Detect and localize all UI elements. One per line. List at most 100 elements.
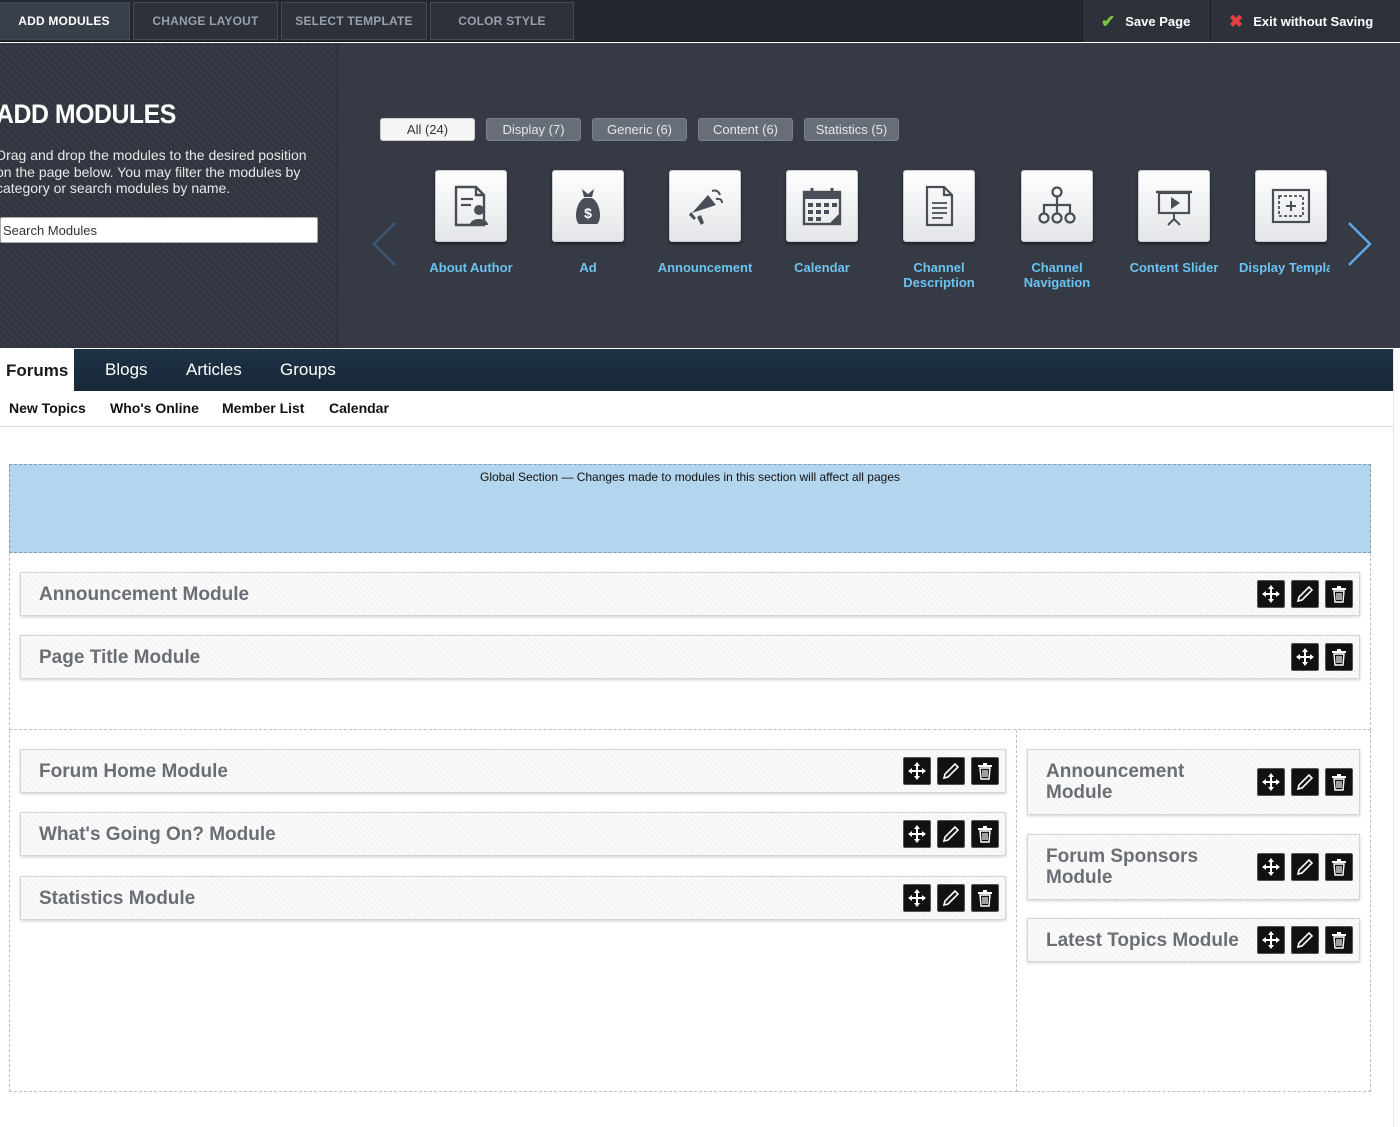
module-page-title[interactable]: Page Title Module xyxy=(20,635,1360,679)
module-calendar[interactable]: Calendar xyxy=(763,170,881,275)
exit-without-saving-button[interactable]: ✖ Exit without Saving xyxy=(1210,0,1400,42)
delete-button[interactable] xyxy=(971,820,999,848)
edit-button[interactable] xyxy=(1291,853,1319,881)
pencil-icon xyxy=(1296,585,1314,603)
global-section: Global Section — Changes made to modules… xyxy=(9,464,1371,553)
edit-button[interactable] xyxy=(1291,768,1319,796)
nav-item-blogs[interactable]: Blogs xyxy=(105,349,148,391)
tab-change-layout[interactable]: CHANGE LAYOUT xyxy=(133,2,278,40)
move-icon xyxy=(908,889,926,907)
subnav-item-member-list[interactable]: Member List xyxy=(222,400,304,416)
module-about-author[interactable]: About Author xyxy=(412,170,530,275)
delete-button[interactable] xyxy=(971,757,999,785)
module-controls xyxy=(903,820,999,848)
edit-button[interactable] xyxy=(937,820,965,848)
search-modules-input[interactable] xyxy=(0,217,318,243)
add-modules-panel: ADD MODULES Drag and drop the modules to… xyxy=(0,43,1400,348)
module-label: Calendar xyxy=(794,260,850,275)
filter-content[interactable]: Content (6) xyxy=(698,118,793,141)
trash-icon xyxy=(1332,859,1346,876)
add-modules-sidebar: ADD MODULES Drag and drop the modules to… xyxy=(0,43,338,348)
delete-button[interactable] xyxy=(1325,853,1353,881)
move-button[interactable] xyxy=(1257,580,1285,608)
module-forum-home[interactable]: Forum Home Module xyxy=(20,749,1006,793)
module-forum-sponsors[interactable]: Forum Sponsors Module xyxy=(1027,834,1360,900)
tab-color-style[interactable]: COLOR STYLE xyxy=(430,2,574,40)
trash-icon xyxy=(1332,649,1346,666)
move-icon xyxy=(908,825,926,843)
module-announcement-right[interactable]: Announcement Module xyxy=(1027,749,1360,815)
tab-select-template[interactable]: SELECT TEMPLATE xyxy=(281,2,427,40)
nav-item-articles[interactable]: Articles xyxy=(186,349,242,391)
module-announcement-top[interactable]: Announcement Module xyxy=(20,572,1360,616)
module-channel-description[interactable]: Channel Description xyxy=(880,170,998,290)
page-scrollbar[interactable] xyxy=(1393,349,1400,1127)
module-title: What's Going On? Module xyxy=(39,824,276,845)
move-button[interactable] xyxy=(903,884,931,912)
nav-item-forums[interactable]: Forums xyxy=(0,349,75,392)
move-button[interactable] xyxy=(1291,643,1319,671)
filter-display[interactable]: Display (7) xyxy=(486,118,581,141)
edit-button[interactable] xyxy=(937,757,965,785)
module-tile xyxy=(1255,170,1327,242)
filter-generic[interactable]: Generic (6) xyxy=(592,118,687,141)
module-title: Forum Sponsors Module xyxy=(1046,846,1199,888)
edit-button[interactable] xyxy=(1291,926,1319,954)
move-icon xyxy=(1296,648,1314,666)
move-button[interactable] xyxy=(903,757,931,785)
delete-button[interactable] xyxy=(1325,926,1353,954)
tab-add-modules[interactable]: ADD MODULES xyxy=(0,2,130,40)
module-controls xyxy=(1257,580,1353,608)
module-label: Channel Navigation xyxy=(1023,260,1091,290)
module-label: Channel Description xyxy=(903,260,975,290)
chevron-left-icon[interactable] xyxy=(371,221,397,267)
move-button[interactable] xyxy=(1257,768,1285,796)
module-title: Page Title Module xyxy=(39,647,201,668)
exit-label: Exit without Saving xyxy=(1253,13,1374,29)
edit-button[interactable] xyxy=(1291,580,1319,608)
module-title: Announcement Module xyxy=(39,584,250,605)
delete-button[interactable] xyxy=(1325,768,1353,796)
calendar-icon xyxy=(802,188,842,226)
save-page-button[interactable]: ✔ Save Page xyxy=(1082,0,1210,42)
module-statistics[interactable]: Statistics Module xyxy=(20,876,1006,920)
module-controls xyxy=(903,884,999,912)
module-whats-going-on[interactable]: What's Going On? Module xyxy=(20,812,1006,856)
module-tile xyxy=(1021,170,1093,242)
subnav-item-whos-online[interactable]: Who's Online xyxy=(110,400,199,416)
module-channel-navigation[interactable]: Channel Navigation xyxy=(998,170,1116,290)
delete-button[interactable] xyxy=(1325,580,1353,608)
svg-text:$: $ xyxy=(584,205,592,221)
delete-button[interactable] xyxy=(971,884,999,912)
module-ad[interactable]: $ Ad xyxy=(529,170,647,275)
author-icon xyxy=(454,185,488,227)
panel-title: ADD MODULES xyxy=(0,99,176,129)
trash-icon xyxy=(1332,774,1346,791)
module-label: Announcement xyxy=(657,260,753,275)
trash-icon xyxy=(978,826,992,843)
pencil-icon xyxy=(1296,858,1314,876)
edit-button[interactable] xyxy=(937,884,965,912)
move-button[interactable] xyxy=(903,820,931,848)
module-latest-topics[interactable]: Latest Topics Module xyxy=(1027,918,1360,962)
pencil-icon xyxy=(1296,931,1314,949)
module-title: Latest Topics Module xyxy=(1046,930,1239,951)
module-content-slider[interactable]: Content Slider xyxy=(1115,170,1233,275)
sub-navigation: New Topics Who's Online Member List Cale… xyxy=(0,391,1393,427)
move-button[interactable] xyxy=(1257,926,1285,954)
panel-description: Drag and drop the modules to the desired… xyxy=(0,147,307,196)
filter-all[interactable]: All (24) xyxy=(380,118,475,141)
move-button[interactable] xyxy=(1257,853,1285,881)
subnav-item-new-topics[interactable]: New Topics xyxy=(9,400,86,416)
move-icon xyxy=(1262,858,1280,876)
trash-icon xyxy=(978,763,992,780)
filter-statistics[interactable]: Statistics (5) xyxy=(804,118,899,141)
nav-item-groups[interactable]: Groups xyxy=(280,349,336,391)
module-display-template[interactable]: Display Templa xyxy=(1232,170,1330,275)
module-announcement[interactable]: Announcement xyxy=(646,170,764,275)
close-icon: ✖ xyxy=(1229,11,1244,31)
delete-button[interactable] xyxy=(1325,643,1353,671)
subnav-item-calendar[interactable]: Calendar xyxy=(329,400,389,416)
megaphone-icon xyxy=(689,189,723,225)
chevron-right-icon[interactable] xyxy=(1347,221,1373,267)
